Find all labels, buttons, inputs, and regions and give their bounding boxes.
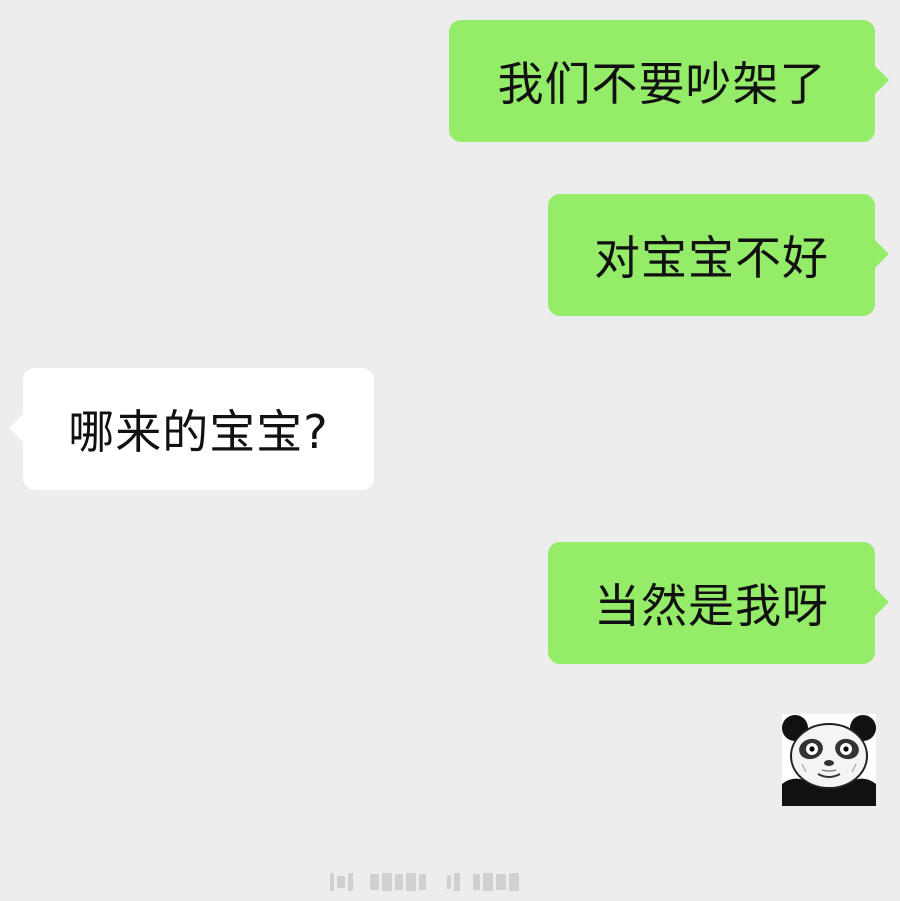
message-text: 对宝宝不好 <box>594 231 829 285</box>
panda-meme-icon <box>782 714 876 806</box>
outgoing-message-bubble[interactable]: 我们不要吵架了 <box>449 20 889 142</box>
message-text: 当然是我呀 <box>594 579 829 633</box>
chat-window: 我们不要吵架了 对宝宝不好 哪来的宝宝? 当然是我呀 <box>0 0 900 901</box>
outgoing-message-bubble[interactable]: 当然是我呀 <box>548 542 889 664</box>
outgoing-message-bubble[interactable]: 对宝宝不好 <box>548 194 889 316</box>
message-text: 我们不要吵架了 <box>497 57 827 111</box>
incoming-message-bubble[interactable]: 哪来的宝宝? <box>9 368 374 490</box>
panda-meme-icon[interactable] <box>782 714 876 806</box>
watermark <box>330 869 570 895</box>
message-text: 哪来的宝宝? <box>68 405 329 459</box>
